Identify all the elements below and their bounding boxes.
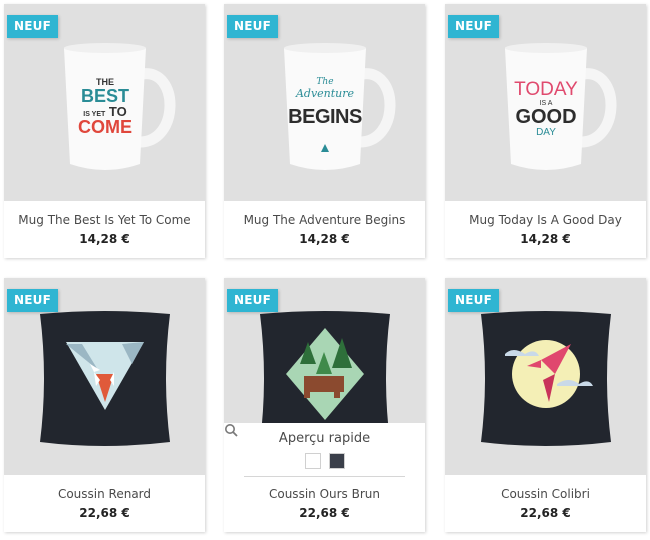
search-icon: [225, 424, 238, 437]
product-name[interactable]: Coussin Ours Brun: [224, 487, 425, 503]
product-price: 14,28 €: [79, 232, 130, 246]
product-price: 22,68 €: [299, 506, 350, 520]
new-badge: NEUF: [227, 289, 278, 312]
product-image[interactable]: NEUF: [445, 278, 646, 475]
product-price: 14,28 €: [520, 232, 571, 246]
swatch-dark-grey[interactable]: [328, 453, 345, 469]
quick-view-panel: Aperçu rapide: [224, 423, 425, 475]
product-image[interactable]: NEUF Aperçu rapide: [224, 278, 425, 475]
mug-print: The Adventure BEGINS: [288, 77, 362, 128]
product-grid: THE BEST IS YET TO COME NEUF Mug The Bes…: [0, 0, 650, 540]
mug-print: THE BEST IS YET TO COME: [78, 77, 132, 137]
new-badge: NEUF: [448, 289, 499, 312]
product-card-mug-adventure[interactable]: The Adventure BEGINS NEUF Mug The Advent…: [224, 4, 425, 258]
product-card-mug-best[interactable]: THE BEST IS YET TO COME NEUF Mug The Bes…: [4, 4, 205, 258]
product-image[interactable]: NEUF: [4, 278, 205, 475]
product-image[interactable]: THE BEST IS YET TO COME NEUF: [4, 4, 205, 201]
product-name[interactable]: Coussin Renard: [4, 487, 205, 503]
product-name[interactable]: Mug The Best Is Yet To Come: [4, 213, 205, 229]
product-card-cushion-hummingbird[interactable]: NEUF Coussin Colibri 22,68 €: [445, 278, 646, 532]
product-image[interactable]: TODAY IS A GOOD DAY NEUF: [445, 4, 646, 201]
quick-view-label: Aperçu rapide: [278, 431, 371, 446]
swatch-white[interactable]: [304, 453, 321, 469]
color-swatches: [224, 453, 425, 469]
product-card-cushion-bear[interactable]: NEUF Aperçu rapide Coussin Ours Brun 22,…: [224, 278, 425, 532]
new-badge: NEUF: [227, 15, 278, 38]
product-card-mug-today[interactable]: TODAY IS A GOOD DAY NEUF Mug Today Is A …: [445, 4, 646, 258]
new-badge: NEUF: [7, 289, 58, 312]
product-name[interactable]: Coussin Colibri: [445, 487, 646, 503]
new-badge: NEUF: [448, 15, 499, 38]
product-price: 22,68 €: [79, 506, 130, 520]
mug-print: TODAY IS A GOOD DAY: [514, 79, 578, 139]
product-price: 22,68 €: [520, 506, 571, 520]
product-name[interactable]: Mug Today Is A Good Day: [445, 213, 646, 229]
quick-view-button[interactable]: Aperçu rapide: [224, 424, 425, 446]
divider: [244, 476, 405, 477]
product-name[interactable]: Mug The Adventure Begins: [224, 213, 425, 229]
product-image[interactable]: The Adventure BEGINS NEUF: [224, 4, 425, 201]
new-badge: NEUF: [7, 15, 58, 38]
product-card-cushion-fox[interactable]: NEUF Coussin Renard 22,68 €: [4, 278, 205, 532]
product-price: 14,28 €: [299, 232, 350, 246]
